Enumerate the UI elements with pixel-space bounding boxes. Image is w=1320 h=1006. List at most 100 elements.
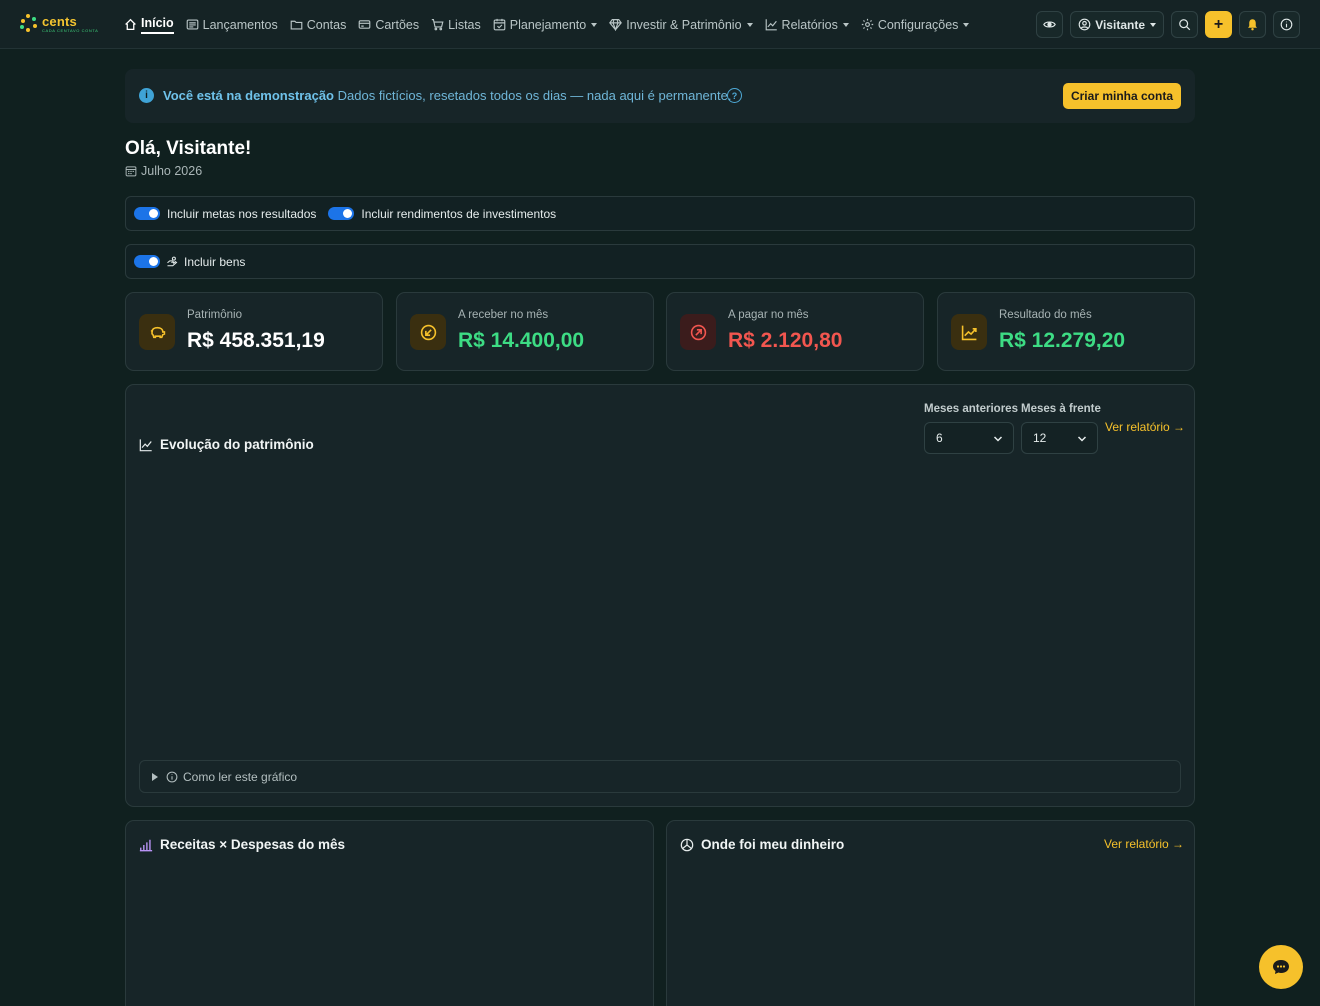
chevron-down-icon [842, 22, 849, 27]
arrow-down-left-icon [420, 324, 436, 340]
toggle-label: Incluir bens [184, 254, 246, 269]
current-month[interactable]: Julho 2026 [125, 164, 202, 178]
banner-message: Você está na demonstração Dados fictício… [163, 88, 731, 103]
quick-add-button[interactable]: + [1205, 11, 1232, 38]
nav-item-lancamentos[interactable]: Lançamentos [180, 0, 284, 49]
bell-icon [1248, 19, 1257, 31]
create-account-button[interactable]: Criar minha conta [1062, 83, 1181, 109]
stat-icon-wrap [951, 314, 987, 350]
toggle-include-yields[interactable]: Incluir rendimentos de investimentos [328, 207, 556, 221]
chevron-down-icon [963, 22, 970, 27]
chat-bubble-icon [1273, 960, 1289, 974]
chevron-down-icon [591, 22, 598, 27]
piggy-bank-icon [150, 326, 165, 338]
stat-card-receber[interactable]: A receber no mês R$ 14.400,00 [396, 292, 654, 371]
info-icon: i [139, 88, 154, 103]
nav-item-relatorios[interactable]: Relatórios [759, 0, 855, 49]
notifications-button[interactable] [1239, 11, 1266, 38]
stat-icon-wrap [680, 314, 716, 350]
toggle-include-assets[interactable]: Incluir bens [134, 255, 245, 269]
nav-item-planejamento[interactable]: Planejamento [487, 0, 603, 49]
hand-coins-icon [167, 256, 178, 266]
select-value: 12 [1033, 431, 1047, 445]
search-icon [1179, 19, 1191, 31]
gear-icon [861, 18, 874, 31]
nav-item-contas[interactable]: Contas [284, 0, 353, 49]
user-menu-button[interactable]: Visitante [1070, 11, 1164, 38]
top-navbar: cents CADA CENTAVO CONTA Início Lançamen… [0, 0, 1320, 49]
trend-up-icon [961, 325, 977, 340]
calendar-icon [125, 166, 137, 177]
next-months-label: Meses à frente [1021, 403, 1101, 415]
banner-title: Você está na demonstração [163, 88, 334, 103]
month-label: Julho 2026 [141, 164, 203, 178]
nav-item-label: Listas [448, 17, 481, 32]
chart-line-icon [139, 438, 152, 451]
panel-title-text: Onde foi meu dinheiro [701, 837, 845, 852]
chart-help-toggle[interactable]: Como ler este gráfico [139, 760, 1181, 793]
stat-value: R$ 2.120,80 [728, 329, 843, 352]
nav-item-listas[interactable]: Listas [425, 0, 487, 49]
nav-item-label: Início [141, 16, 174, 34]
nav-item-cartoes[interactable]: Cartões [352, 0, 425, 49]
help-icon[interactable]: ? [727, 88, 742, 103]
search-button[interactable] [1171, 11, 1198, 38]
toggle-switch[interactable] [134, 207, 160, 220]
toggle-switch[interactable] [328, 207, 355, 220]
stat-card-pagar[interactable]: A pagar no mês R$ 2.120,80 [666, 292, 924, 371]
folder-icon [290, 20, 303, 30]
panel-title-text: Evolução do patrimônio [160, 437, 314, 452]
view-report-link[interactable]: Ver relatório → [1105, 420, 1185, 434]
card-icon [358, 20, 371, 29]
stat-card-resultado[interactable]: Resultado do mês R$ 12.279,20 [937, 292, 1195, 371]
demo-banner: i Você está na demonstração Dados fictíc… [125, 69, 1195, 123]
chat-support-button[interactable] [1259, 945, 1303, 989]
user-name: Visitante [1095, 17, 1145, 32]
main-menu: Início Lançamentos Contas Cartões Listas… [118, 0, 975, 49]
chevron-down-icon [1150, 22, 1156, 27]
panel-title-text: Receitas × Despesas do mês [160, 837, 345, 852]
brand-logo[interactable]: cents CADA CENTAVO CONTA [20, 13, 100, 35]
prev-months-select[interactable]: 6 [924, 422, 1014, 454]
toggle-label: Incluir metas nos resultados [167, 206, 317, 221]
info-button[interactable] [1273, 11, 1300, 38]
nav-item-label: Planejamento [509, 17, 587, 32]
nav-item-investir[interactable]: Investir & Patrimônio [603, 0, 758, 49]
stat-card-patrimonio[interactable]: Patrimônio R$ 458.351,19 [125, 292, 383, 371]
cart-icon [431, 19, 444, 31]
next-months-select[interactable]: 12 [1021, 422, 1098, 454]
page-title: Olá, Visitante! [125, 138, 252, 159]
chart-line-icon [765, 19, 777, 31]
nav-item-inicio[interactable]: Início [118, 0, 180, 49]
chevron-down-icon [1077, 436, 1087, 442]
nav-item-label: Investir & Patrimônio [626, 17, 742, 32]
caret-right-icon [152, 772, 158, 781]
info-circle-icon [166, 771, 178, 782]
home-icon [125, 18, 136, 31]
prev-months-label: Meses anteriores [924, 403, 1018, 415]
logo-dots-icon [20, 14, 38, 32]
toggle-switch[interactable] [134, 255, 160, 268]
nav-item-configuracoes[interactable]: Configurações [855, 0, 976, 49]
result-options: Incluir metas nos resultados Incluir ren… [125, 196, 1195, 231]
brand-tagline: CADA CENTAVO CONTA [42, 28, 99, 33]
nav-item-label: Configurações [877, 17, 959, 32]
stat-label: Resultado do mês [999, 309, 1092, 321]
banner-text: Dados fictícios, resetados todos os dias… [337, 88, 732, 103]
calendar-check-icon [493, 18, 506, 31]
list-icon [186, 19, 199, 30]
brand-name: cents [42, 14, 77, 29]
view-report-link[interactable]: Ver relatório → [1104, 837, 1184, 851]
bar-chart-icon [139, 839, 153, 851]
stat-label: A pagar no mês [728, 309, 809, 321]
toggle-include-goals[interactable]: Incluir metas nos resultados [134, 207, 316, 221]
privacy-toggle-button[interactable] [1036, 11, 1064, 38]
eye-icon [1043, 21, 1057, 28]
panel-title: Onde foi meu dinheiro [680, 837, 844, 852]
chevron-down-icon [993, 436, 1003, 442]
stat-label: A receber no mês [458, 309, 549, 321]
pie-chart-icon [680, 838, 694, 851]
panel-title: Receitas × Despesas do mês [139, 837, 345, 852]
assets-options: Incluir bens [125, 244, 1195, 279]
stat-icon-wrap [139, 314, 175, 350]
